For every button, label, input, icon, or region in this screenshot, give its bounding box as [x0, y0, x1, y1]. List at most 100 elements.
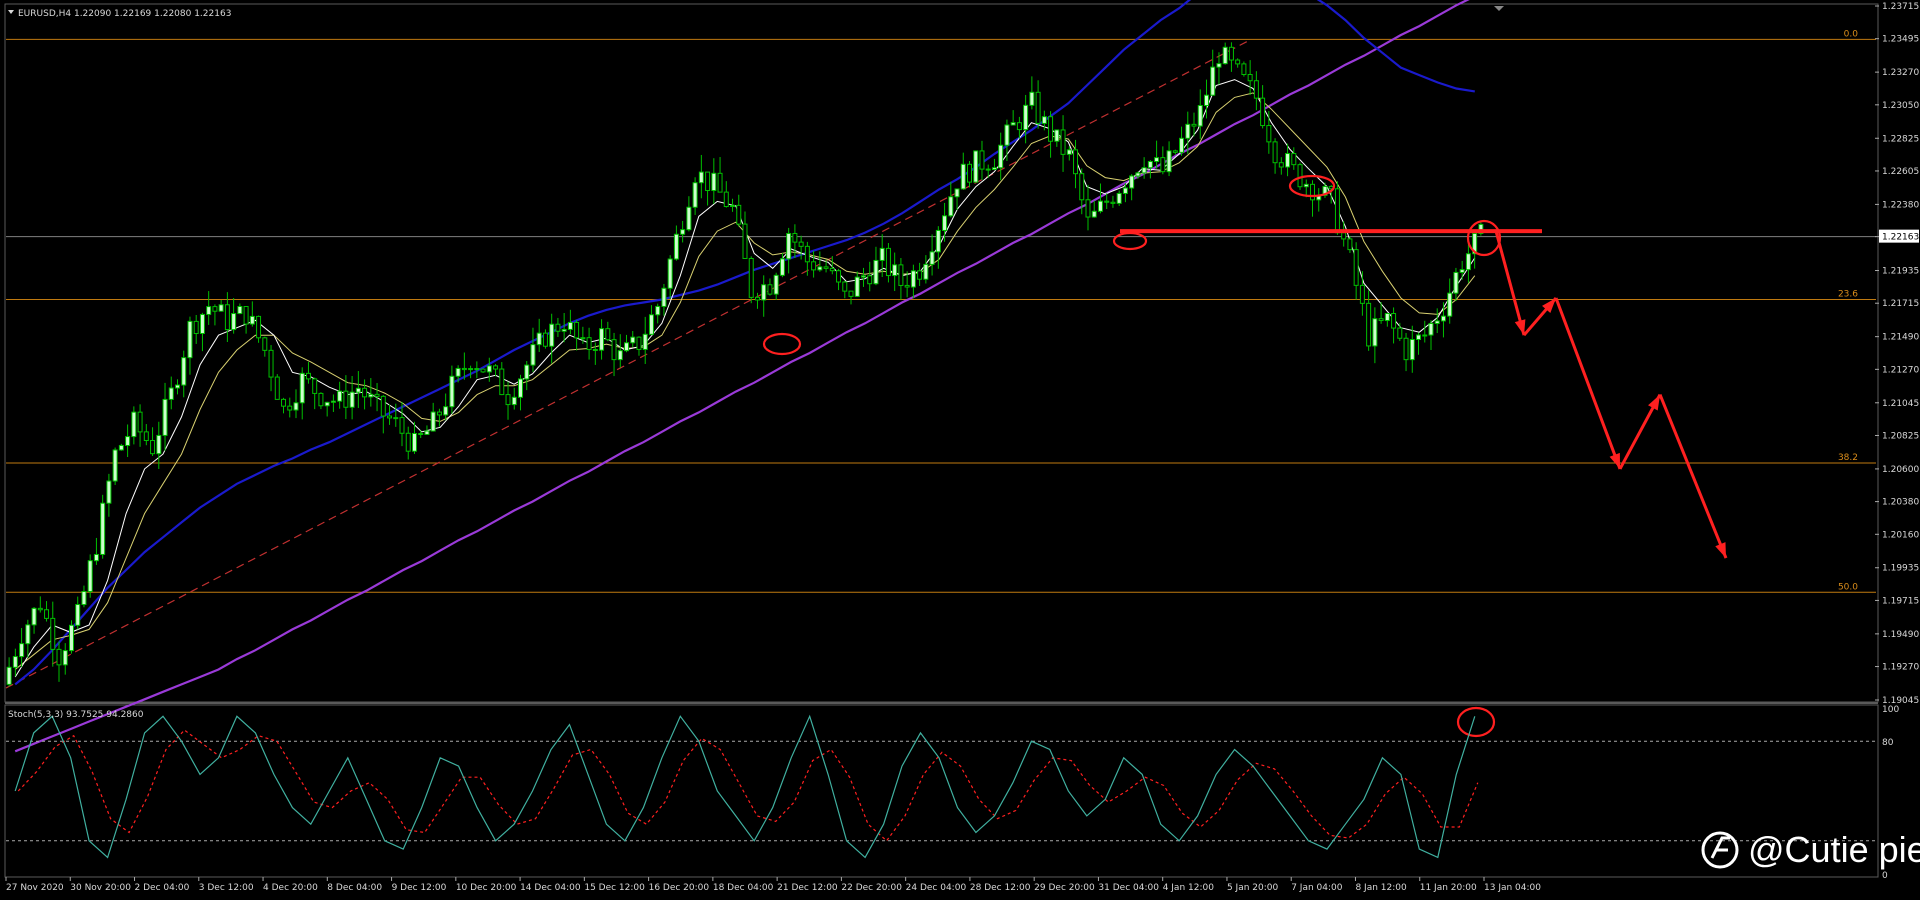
- candle-body: [1054, 129, 1060, 142]
- candle-body: [617, 350, 623, 361]
- candle-body: [636, 336, 642, 350]
- candle-body: [443, 406, 449, 416]
- y-tick-label: 1.19935: [1882, 564, 1919, 574]
- candle-body: [854, 276, 860, 297]
- candle-body: [561, 328, 567, 332]
- candle-body: [131, 411, 137, 438]
- candle-body: [118, 444, 124, 451]
- candle-body: [318, 392, 324, 407]
- candle-body: [218, 304, 224, 312]
- candle-body: [892, 264, 898, 277]
- candle-body: [56, 648, 62, 666]
- candle-body: [436, 411, 442, 416]
- candle-body: [206, 306, 212, 315]
- candle-body: [1154, 157, 1160, 163]
- candle-body: [287, 405, 293, 411]
- candle-body: [536, 332, 542, 346]
- candle-body: [1129, 175, 1135, 189]
- candle-body: [6, 666, 12, 685]
- candle-body: [1303, 183, 1309, 188]
- candle-body: [44, 609, 50, 619]
- candle-body: [156, 434, 162, 455]
- candle-body: [954, 188, 960, 198]
- candle-body: [1291, 153, 1297, 166]
- candle-body: [1434, 320, 1440, 324]
- candle-body: [50, 617, 56, 650]
- y-tick-label: 1.20825: [1882, 431, 1919, 441]
- stoch-tick-label: 100: [1882, 705, 1899, 715]
- candle-body: [243, 306, 249, 325]
- candle-body: [748, 257, 754, 298]
- candle-body: [960, 163, 966, 190]
- candle-body: [1372, 318, 1378, 347]
- candle-body: [586, 337, 592, 350]
- candle-body: [599, 328, 605, 351]
- candle-body: [1023, 104, 1029, 131]
- x-tick-label: 8 Jan 12:00: [1355, 883, 1407, 893]
- candle-body: [873, 259, 879, 285]
- x-tick-label: 29 Dec 20:00: [1034, 883, 1095, 893]
- candle-body: [293, 402, 299, 411]
- y-tick-label: 1.22605: [1882, 167, 1919, 177]
- y-tick-label: 1.22380: [1882, 200, 1919, 210]
- candle-body: [468, 368, 474, 371]
- stoch-tick-label: 80: [1882, 738, 1894, 748]
- candle-body: [1397, 327, 1403, 339]
- y-tick-label: 1.21270: [1882, 365, 1919, 375]
- candle-body: [1172, 150, 1178, 153]
- x-tick-label: 5 Jan 20:00: [1227, 883, 1279, 893]
- candle-body: [162, 398, 168, 436]
- candle-body: [1334, 188, 1340, 234]
- candle-body: [848, 290, 854, 297]
- candle-body: [25, 624, 31, 645]
- candle-body: [1241, 63, 1247, 76]
- x-tick-label: 4 Jan 12:00: [1163, 883, 1215, 893]
- y-tick-label: 1.23495: [1882, 35, 1919, 45]
- x-tick-label: 15 Dec 12:00: [584, 883, 645, 893]
- candle-body: [567, 321, 573, 330]
- y-tick-label: 1.23270: [1882, 68, 1919, 78]
- candle-body: [430, 411, 436, 432]
- candle-body: [942, 215, 948, 231]
- candle-body: [736, 204, 742, 225]
- candle-body: [1185, 123, 1191, 139]
- candle-body: [231, 313, 237, 331]
- candle-body: [717, 172, 723, 193]
- candle-body: [75, 604, 81, 626]
- candle-body: [399, 417, 405, 434]
- chart-canvas[interactable]: 0.023.638.250.0 1.237151.234951.232701.2…: [0, 0, 1920, 900]
- y-tick-label: 1.20600: [1882, 465, 1919, 475]
- candle-body: [175, 384, 180, 389]
- candle-body: [1359, 284, 1365, 304]
- stoch-frame: [4, 704, 1879, 878]
- candle-body: [1147, 161, 1153, 169]
- candle-body: [935, 229, 941, 253]
- candle-body: [337, 390, 343, 402]
- candle-body: [449, 375, 455, 408]
- candle-body: [1278, 162, 1284, 168]
- candle-body: [1272, 141, 1278, 164]
- candle-body: [1453, 271, 1459, 294]
- candle-body: [1116, 192, 1122, 204]
- x-tick-label: 30 Nov 20:00: [70, 883, 131, 893]
- candle-body: [305, 372, 311, 380]
- candle-body: [624, 342, 630, 352]
- candle-body: [393, 417, 399, 420]
- candle-body: [137, 411, 143, 433]
- candle-body: [493, 365, 499, 370]
- candle-body: [418, 433, 424, 436]
- candle-body: [274, 376, 280, 400]
- x-tick-label: 14 Dec 04:00: [520, 883, 581, 893]
- candle-body: [19, 643, 25, 658]
- candle-body: [312, 378, 318, 394]
- candle-body: [368, 393, 374, 398]
- candle-body: [1085, 199, 1091, 218]
- candle-body: [68, 624, 74, 652]
- candle-body: [829, 267, 835, 272]
- candle-body: [1091, 210, 1097, 218]
- candle-body: [281, 398, 287, 407]
- candle-body: [1079, 173, 1085, 201]
- candle-body: [1160, 157, 1166, 173]
- candle-body: [1341, 232, 1347, 240]
- candle-body: [1353, 249, 1359, 286]
